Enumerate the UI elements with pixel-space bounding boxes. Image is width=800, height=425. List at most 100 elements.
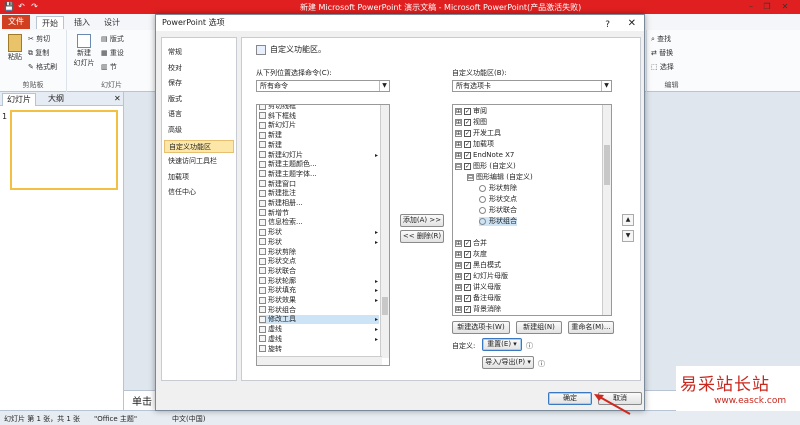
nav-item[interactable]: 快速访问工具栏 [164,155,234,168]
command-item[interactable]: 形状 ▸ [259,238,379,247]
tab-home[interactable]: 开始 [36,16,64,29]
checkbox[interactable]: ✓ [464,305,471,313]
help-icon[interactable]: ? [605,17,610,33]
ribbon-tree-item[interactable]: 形状联合 [479,206,517,215]
command-item[interactable]: 形状填充 ▸ [259,286,379,295]
close-window-icon[interactable]: ✕ [778,1,792,12]
add-button[interactable]: 添加(A) >> [400,214,444,227]
new-group-button[interactable]: 新建组(N) [516,321,562,334]
nav-item[interactable]: 语言 [164,108,234,121]
tab-slides[interactable]: 幻灯片 [2,93,36,106]
command-item[interactable]: 形状交点 [259,257,379,266]
expander-icon[interactable]: ⊞ [455,151,462,159]
new-slide-button[interactable]: 新建 幻灯片 [71,34,97,68]
new-tab-button[interactable]: 新建选项卡(W) [452,321,510,334]
nav-item[interactable]: 加载项 [164,171,234,184]
command-item[interactable]: 新建 [259,131,379,140]
expander-icon[interactable]: ⊟ [467,173,474,181]
ribbon-tree-item[interactable]: ⊞ ✓ 视图 [455,118,487,127]
command-item[interactable]: 新幻灯片 [259,121,379,130]
command-item[interactable]: 形状剪除 [259,248,379,257]
command-item[interactable]: 旋转 [259,345,379,354]
ribbon-tree-item[interactable]: ⊞ ✓ 幻灯片母版 [455,272,508,281]
from-commands-select[interactable]: 所有命令 ▼ [256,80,390,92]
checkbox[interactable]: ✓ [464,140,471,148]
ribbon-tree-item[interactable]: ⊞ ✓ EndNote X7 [455,151,514,160]
scroll-thumb[interactable] [382,297,388,315]
ribbon-tree-item[interactable]: ⊞ ✓ 合并 [455,239,487,248]
rename-button[interactable]: 重命名(M)... [568,321,614,334]
checkbox[interactable]: ✓ [464,151,471,159]
expander-icon[interactable]: ⊞ [455,294,462,302]
nav-item[interactable]: 信任中心 [164,186,234,199]
ribbon-tree-item[interactable]: ⊞ ✓ 讲义母版 [455,283,501,292]
ribbon-tree-item[interactable]: ⊞ ✓ 黑白模式 [455,261,501,270]
expander-icon[interactable]: ⊞ [455,140,462,148]
ribbon-tree-item[interactable]: ⊞ ✓ 加载项 [455,140,494,149]
expander-icon[interactable]: ⊞ [455,305,462,313]
expander-icon[interactable]: ⊞ [455,107,462,115]
command-item[interactable]: 斜下框线 [259,112,379,121]
checkbox[interactable]: ✓ [464,118,471,126]
expander-icon[interactable]: ⊞ [455,250,462,258]
ribbon-tree-item[interactable]: 形状剪除 [479,184,517,193]
command-item[interactable]: 形状轮廓 ▸ [259,277,379,286]
command-item[interactable]: 形状联合 [259,267,379,276]
checkbox[interactable]: ✓ [464,261,471,269]
ok-button[interactable]: 确定 [548,392,592,405]
commands-hscrollbar[interactable] [257,356,382,365]
checkbox[interactable]: ✓ [464,107,471,115]
ribbon-tree-item[interactable]: ⊞ ✓ 灰度 [455,250,487,259]
command-item[interactable]: 信息检索... [259,218,379,227]
restore-icon[interactable]: ❐ [760,1,774,12]
command-item[interactable]: 虚线 ▸ [259,325,379,334]
checkbox[interactable]: ✓ [464,162,471,170]
save-icon[interactable]: 💾 [4,2,14,11]
command-item[interactable]: 修改工具 ▸ [259,315,379,325]
commands-scrollbar[interactable] [380,105,389,358]
command-item[interactable]: 新建批注 [259,189,379,198]
expander-icon[interactable]: ⊞ [455,129,462,137]
checkbox[interactable]: ✓ [464,129,471,137]
close-pane-icon[interactable]: ✕ [110,93,125,105]
command-item[interactable]: 新建主题字体... [259,170,379,179]
tab-outline[interactable]: 大纲 [44,93,68,105]
reset-button[interactable]: 重置(E) ▾ [482,338,522,351]
command-item[interactable]: 虚线 ▸ [259,335,379,344]
paste-button[interactable]: 粘贴 [6,34,24,62]
commands-list[interactable]: 剪切线框 斜下框线 新幻灯片 新建 新建 新建幻灯片 ▸ 新建主题颜色... 新建主题字体...… [256,104,390,366]
command-item[interactable]: 形状 ▸ [259,228,379,237]
nav-item[interactable]: 高级 [164,124,234,137]
ribbon-tree-item[interactable]: ⊞ ✓ 开发工具 [455,129,501,138]
ribbon-tree-item[interactable]: ⊞ ✓ 审阅 [455,107,487,116]
reset-slide-button[interactable]: ▦ 重设 [101,48,124,58]
section-button[interactable]: ▥ 节 [101,62,117,72]
remove-button[interactable]: << 删除(R) [400,230,444,243]
tab-file[interactable]: 文件 [2,15,30,29]
format-painter-button[interactable]: ✎ 格式刷 [28,62,57,72]
undo-icon[interactable]: ↶ [17,2,26,11]
nav-item[interactable]: 保存 [164,77,234,90]
tree-scrollbar[interactable] [602,105,611,315]
layout-button[interactable]: ▤ 版式 [101,34,124,44]
command-item[interactable]: 新建幻灯片 ▸ [259,151,379,160]
checkbox[interactable]: ✓ [464,239,471,247]
expander-icon[interactable]: ⊞ [455,118,462,126]
cut-button[interactable]: ✂ 剪切 [28,34,50,44]
ribbon-tree-item[interactable]: ⊟ 图形编辑 (自定义) [467,173,533,182]
tab-design[interactable]: 设计 [100,16,124,29]
replace-button[interactable]: ⇄ 替换 [651,48,673,58]
nav-item[interactable]: 版式 [164,93,234,106]
copy-button[interactable]: ⧉ 复制 [28,48,49,58]
redo-icon[interactable]: ↷ [30,2,39,11]
customize-ribbon-select[interactable]: 所有选项卡 ▼ [452,80,612,92]
checkbox[interactable]: ✓ [464,283,471,291]
checkbox[interactable]: ✓ [464,294,471,302]
find-button[interactable]: ⌕ 查找 [651,34,671,44]
command-item[interactable]: 形状效果 ▸ [259,296,379,305]
move-down-icon[interactable]: ▼ [622,230,634,242]
nav-item[interactable]: 校对 [164,62,234,75]
command-item[interactable]: 新建相册... [259,199,379,208]
import-export-button[interactable]: 导入/导出(P) ▾ [482,356,534,369]
expander-icon[interactable]: ⊞ [455,261,462,269]
